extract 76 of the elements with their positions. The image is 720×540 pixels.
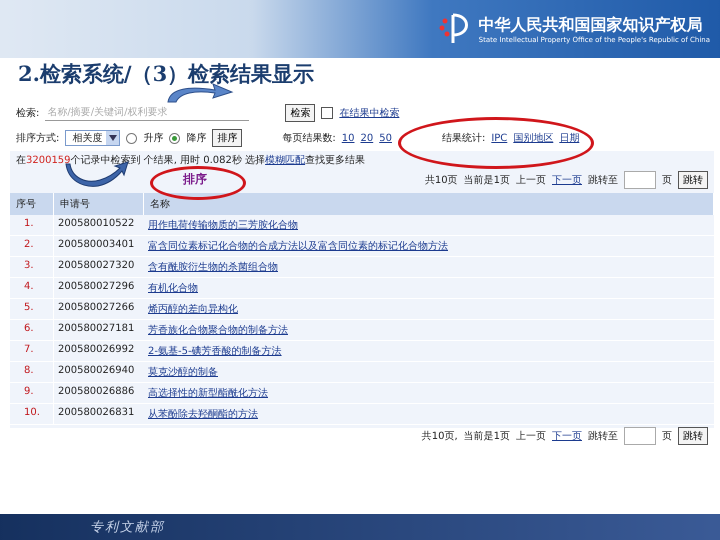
search-field[interactable]: 名称/摘要/关键词/权利要求 [45,106,250,120]
row-number: 4. [10,278,54,299]
search-button[interactable]: 检索 [285,104,316,122]
search-label: 检索: [16,106,40,120]
per-page-link[interactable]: 20 [360,132,374,144]
patent-title-link[interactable]: 从苯酚除去羟酮酯的方法 [148,409,258,420]
jump-button[interactable]: 跳转 [678,427,708,445]
application-number: 200580026940 [54,362,144,383]
patent-title-link[interactable]: 有机化合物 [148,283,198,294]
stats-link[interactable]: 日期 [559,131,580,145]
row-number: 2. [10,236,54,257]
per-page-link[interactable]: 10 [342,132,354,144]
patent-title-link[interactable]: 含有酰胺衍生物的杀菌组合物 [148,262,278,273]
stats-link[interactable]: IPC [491,132,508,144]
sort-option-label: 升序 [143,132,164,145]
next-page-link[interactable]: 下一页 [552,173,582,187]
checkbox[interactable] [321,107,334,119]
row-number: 10. [10,404,54,425]
goto-label: 跳转至 [588,174,618,187]
column-header: 序号 [10,193,54,215]
column-header: 名称 [144,193,714,215]
caret-icon [108,135,117,141]
organization-name: 中华人民共和国国家知识产权局 [478,14,703,36]
patent-title-link[interactable]: 富含同位素标记化合物的合成方法以及富含同位素的标记化合物方法 [148,241,448,252]
curved-arrow [168,84,232,102]
previous-page-text: 上一页 [516,174,546,187]
current-page-text: 当前是1页 [464,430,510,443]
stats-link[interactable]: 国别地区 [513,131,554,145]
sort-dropdown[interactable]: 相关度 [65,130,120,146]
per-page-label: 每页结果数: [282,132,336,145]
radio-button[interactable] [169,132,180,144]
patent-title-link[interactable]: 芳香族化合物聚合物的制备方法 [148,325,288,336]
row-number: 5. [10,299,54,320]
stats-label: 结果统计: [442,132,486,145]
page-number-field[interactable] [624,171,656,189]
current-page-text: 当前是1页 [464,174,510,187]
application-number: 200580026831 [54,404,144,425]
application-number: 200580003401 [54,236,144,257]
application-number: 200580010522 [54,215,144,236]
application-number: 200580027181 [54,320,144,341]
department-name: 专利文献部 [90,519,165,536]
jump-button[interactable]: 跳转 [678,171,708,189]
patent-title-link[interactable]: 烯丙醇的差向异构化 [148,304,238,315]
row-number: 1. [10,215,54,236]
slide-title: 2.检索系统/（3）检索结果显示 [18,60,316,88]
row-number: 6. [10,320,54,341]
page-number-field[interactable] [624,427,656,445]
search-in-results-link[interactable]: 在结果中检索 [339,106,400,120]
next-page-link[interactable]: 下一页 [552,429,582,443]
row-number: 8. [10,362,54,383]
radio-button[interactable] [126,132,138,144]
page-unit-label: 页 [662,174,672,187]
application-number: 200580027296 [54,278,144,299]
patent-title-link[interactable]: 2-氨基-5-碘芳香酸的制备方法 [148,346,282,357]
column-header: 申请号 [54,193,144,215]
page-count-text: 共10页, [422,430,458,443]
patent-title-link[interactable]: 用作电荷传输物质的三芳胺化合物 [148,220,298,231]
page-count-text: 共10页 [424,174,458,187]
patent-title-link[interactable]: 高选择性的新型酯酰化方法 [148,388,268,399]
patent-title-link[interactable]: 莫克沙醇的制备 [148,367,218,378]
row-number: 9. [10,383,54,404]
page-unit-label: 页 [662,430,672,443]
row-number: 7. [10,341,54,362]
previous-page-text: 上一页 [516,430,546,443]
fuzzy-match-link[interactable]: 模糊匹配 [265,155,306,166]
application-number: 200580027320 [54,257,144,278]
application-number: 200580026992 [54,341,144,362]
annotation-label: 排序 [183,171,207,188]
sort-option-label: 降序 [186,132,206,145]
goto-label: 跳转至 [588,430,618,443]
row-number: 3. [10,257,54,278]
per-page-link[interactable]: 50 [379,132,392,144]
application-number: 200580027266 [54,299,144,320]
sort-label: 排序方式: [16,132,60,145]
application-number: 200580026886 [54,383,144,404]
sort-button[interactable]: 排序 [212,129,242,147]
